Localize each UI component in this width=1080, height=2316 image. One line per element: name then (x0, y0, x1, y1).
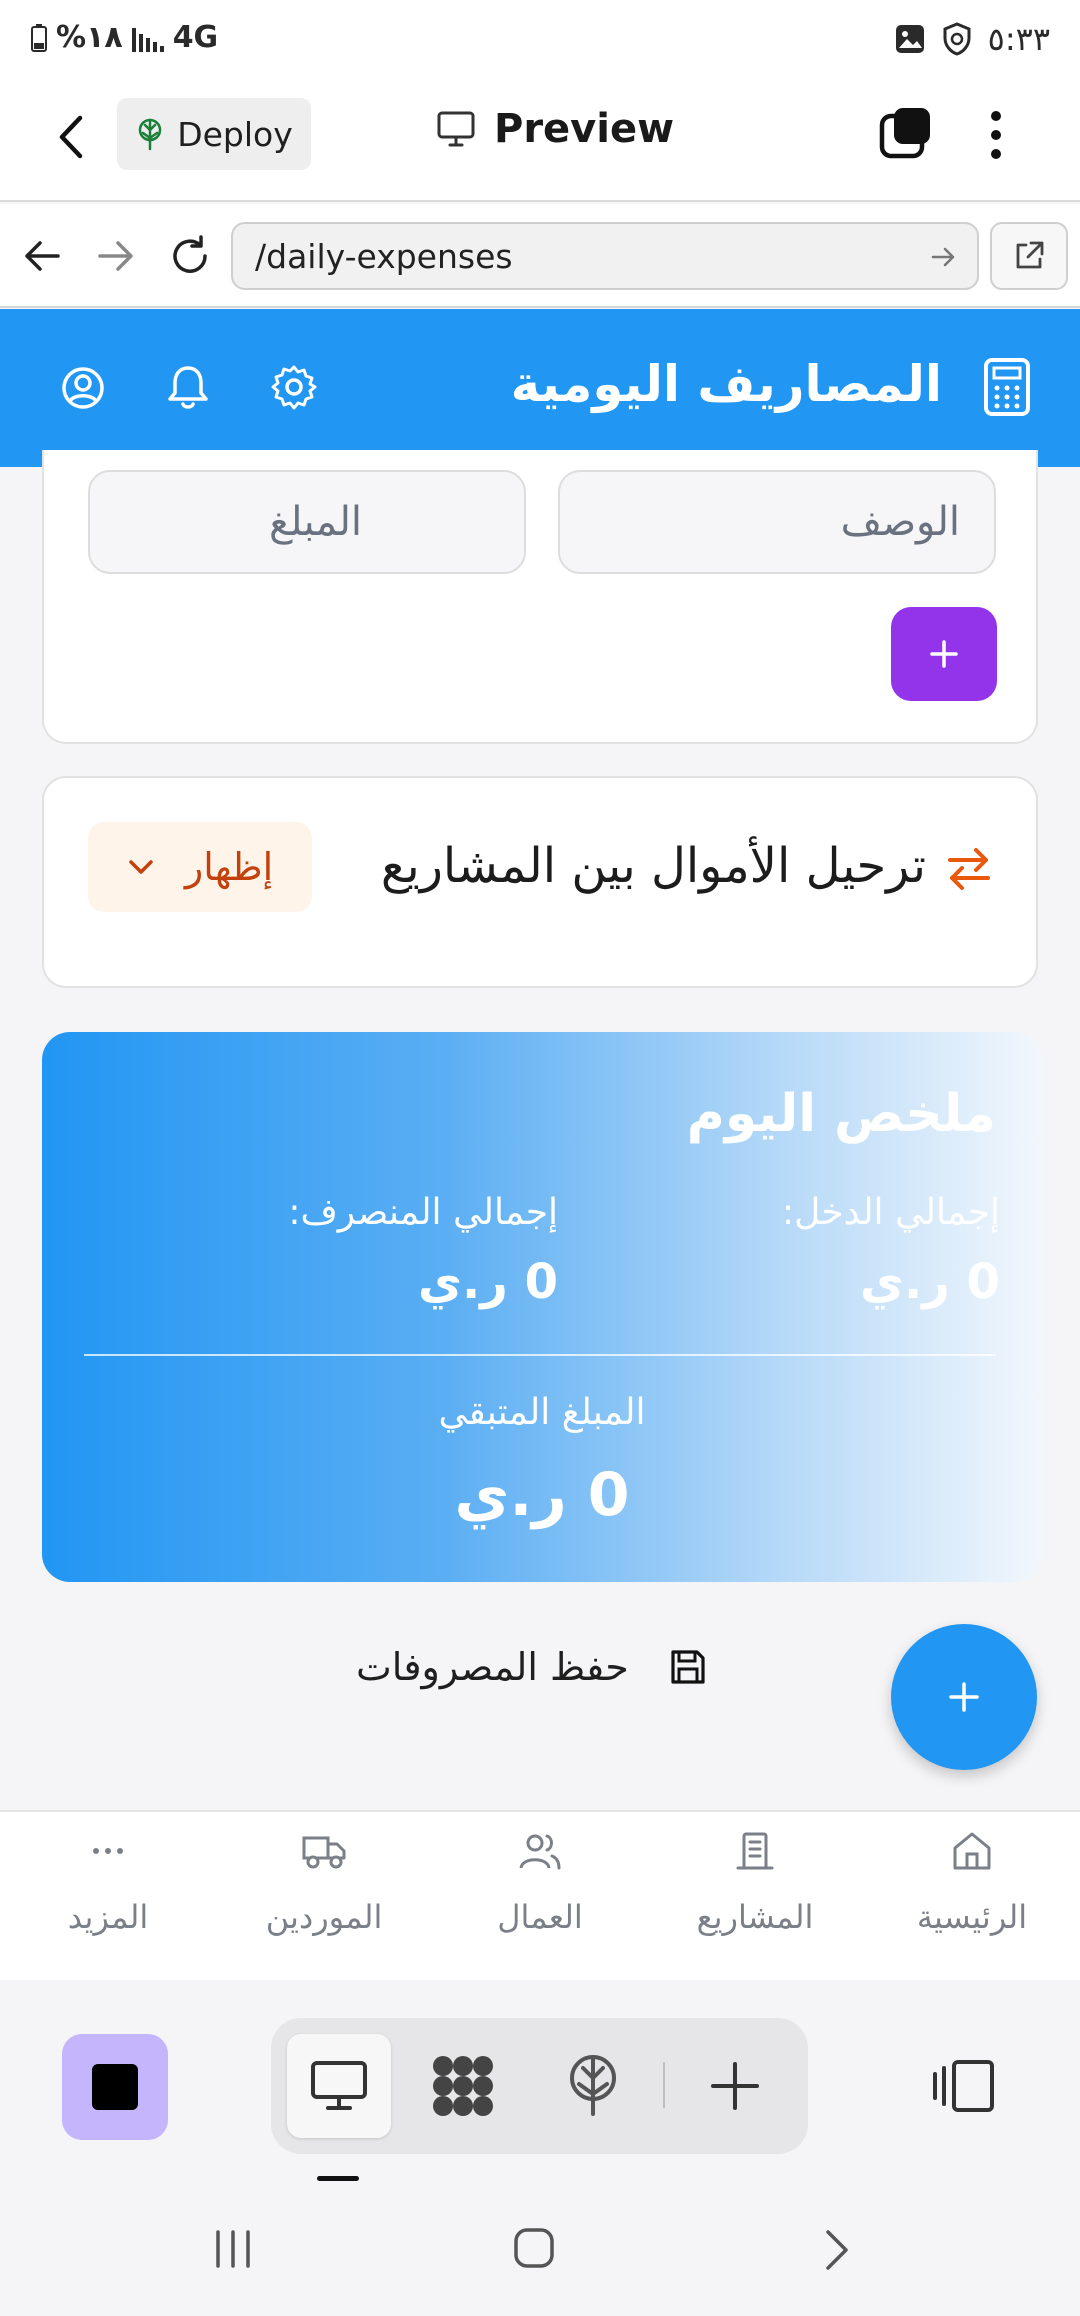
plus-icon (949, 1682, 979, 1712)
settings-gear-icon[interactable] (271, 364, 317, 410)
amount-placeholder: المبلغ (268, 499, 362, 545)
bottom-navigation: الرئيسية المشاريع العمال الموردين المزيد (0, 1810, 1080, 1980)
status-right: ٥:٣٣ (894, 20, 1050, 58)
deploy-label: Deploy (177, 114, 293, 154)
dock-tool-group (271, 2018, 808, 2154)
chevron-down-icon (129, 860, 153, 874)
external-link-icon (1016, 241, 1044, 269)
page-title: المصاريف اليومية (510, 355, 942, 413)
expense-form-card: الوصف المبلغ (42, 450, 1038, 744)
reload-icon[interactable] (168, 234, 212, 278)
stop-icon (92, 2064, 138, 2110)
deploy-button[interactable]: Deploy (117, 98, 311, 170)
home-button-icon[interactable] (512, 2226, 556, 2270)
network-type: 4G (172, 20, 219, 55)
url-input[interactable]: /daily-expenses (231, 222, 979, 290)
transfer-arrows-icon (946, 846, 992, 892)
preview-tool-button[interactable] (287, 2034, 391, 2138)
monitor-icon (437, 111, 475, 147)
system-navigation-bar (0, 2192, 1080, 2316)
preview-title: Preview (436, 106, 674, 152)
monitor-icon (311, 2061, 367, 2110)
nav-item-more[interactable]: المزيد (8, 1830, 208, 1970)
nav-item-workers[interactable]: العمال (440, 1830, 640, 1970)
show-toggle-label: إظهار (184, 845, 274, 889)
tabs-switcher-icon[interactable] (878, 104, 936, 162)
plus-icon (930, 640, 958, 668)
stop-button[interactable] (62, 2034, 168, 2140)
more-vertical-icon[interactable] (986, 108, 1006, 162)
active-tab-indicator (317, 2176, 359, 2181)
nav-label-projects: المشاريع (696, 1898, 814, 1936)
description-placeholder: الوصف (840, 499, 960, 545)
signal-icon (131, 27, 164, 52)
income-label: إجمالي الدخل: (782, 1192, 1000, 1233)
description-field[interactable]: الوصف (558, 470, 996, 574)
save-expenses-button[interactable]: حفظ المصروفات (356, 1645, 707, 1689)
remaining-label: المبلغ المتبقي (438, 1392, 646, 1433)
url-text: /daily-expenses (255, 236, 513, 276)
status-left: %١٨ 4G (30, 20, 218, 55)
building-icon (736, 1832, 774, 1870)
transfer-title: ترحيل الأموال بين المشاريع (380, 838, 926, 894)
add-expense-button[interactable] (891, 607, 997, 701)
expense-value: 0 ر.ي (418, 1254, 558, 1310)
save-disk-icon (671, 1650, 705, 1684)
transfer-card: إظهار ترحيل الأموال بين المشاريع (42, 776, 1038, 988)
truck-icon (302, 1836, 346, 1869)
go-arrow-icon[interactable] (931, 246, 957, 268)
battery-icon (31, 23, 47, 52)
browser-bar: /daily-expenses (0, 204, 1080, 308)
image-notification-icon (895, 25, 924, 53)
save-label: حفظ المصروفات (356, 1645, 629, 1689)
summary-title: ملخص اليوم (686, 1084, 996, 1144)
calculator-icon (982, 357, 1032, 417)
open-external-button[interactable] (990, 222, 1068, 290)
summary-divider (84, 1354, 996, 1356)
floating-add-button[interactable] (891, 1624, 1037, 1770)
app-top-bar: Deploy Preview (0, 80, 1080, 202)
bell-icon[interactable] (166, 363, 210, 411)
income-value: 0 ر.ي (860, 1254, 1000, 1310)
nav-label-home: الرئيسية (916, 1898, 1028, 1936)
preview-label: Preview (494, 106, 675, 152)
back-nav-icon[interactable] (818, 2228, 854, 2272)
profile-icon[interactable] (60, 365, 106, 411)
shield-notification-icon (943, 22, 971, 56)
app-header: المصاريف اليومية (0, 309, 1080, 467)
deploy-tool-icon[interactable] (565, 2052, 621, 2118)
show-toggle-button[interactable]: إظهار (88, 822, 312, 912)
editor-dock (0, 1982, 1080, 2192)
panel-layout-icon[interactable] (932, 2058, 996, 2114)
amount-field[interactable]: المبلغ (88, 470, 526, 574)
new-tool-plus-icon[interactable] (711, 2062, 759, 2110)
nav-label-more: المزيد (67, 1898, 149, 1936)
workspace-grid-icon[interactable] (429, 2052, 497, 2120)
dock-divider (663, 2062, 665, 2108)
back-chevron-icon[interactable] (54, 112, 90, 162)
more-icon (93, 1848, 123, 1854)
home-icon (953, 1832, 991, 1870)
browser-back-icon[interactable] (22, 238, 62, 274)
battery-percent: %١٨ (56, 20, 123, 55)
nav-item-home[interactable]: الرئيسية (872, 1830, 1072, 1970)
status-bar: %١٨ 4G ٥:٣٣ (0, 0, 1080, 80)
browser-forward-icon[interactable] (96, 238, 136, 274)
expense-label: إجمالي المنصرف: (288, 1192, 558, 1233)
remaining-value: 0 ر.ي (454, 1460, 630, 1530)
users-icon (519, 1834, 561, 1870)
clock: ٥:٣٣ (987, 20, 1050, 58)
nav-item-suppliers[interactable]: الموردين (224, 1830, 424, 1970)
deploy-icon (138, 118, 162, 151)
nav-label-workers: العمال (497, 1898, 583, 1936)
nav-item-projects[interactable]: المشاريع (655, 1830, 855, 1970)
recent-apps-icon[interactable] (212, 2228, 254, 2270)
nav-label-suppliers: الموردين (265, 1898, 383, 1936)
daily-summary-card: ملخص اليوم إجمالي الدخل: 0 ر.ي إجمالي ال… (42, 1032, 1042, 1582)
